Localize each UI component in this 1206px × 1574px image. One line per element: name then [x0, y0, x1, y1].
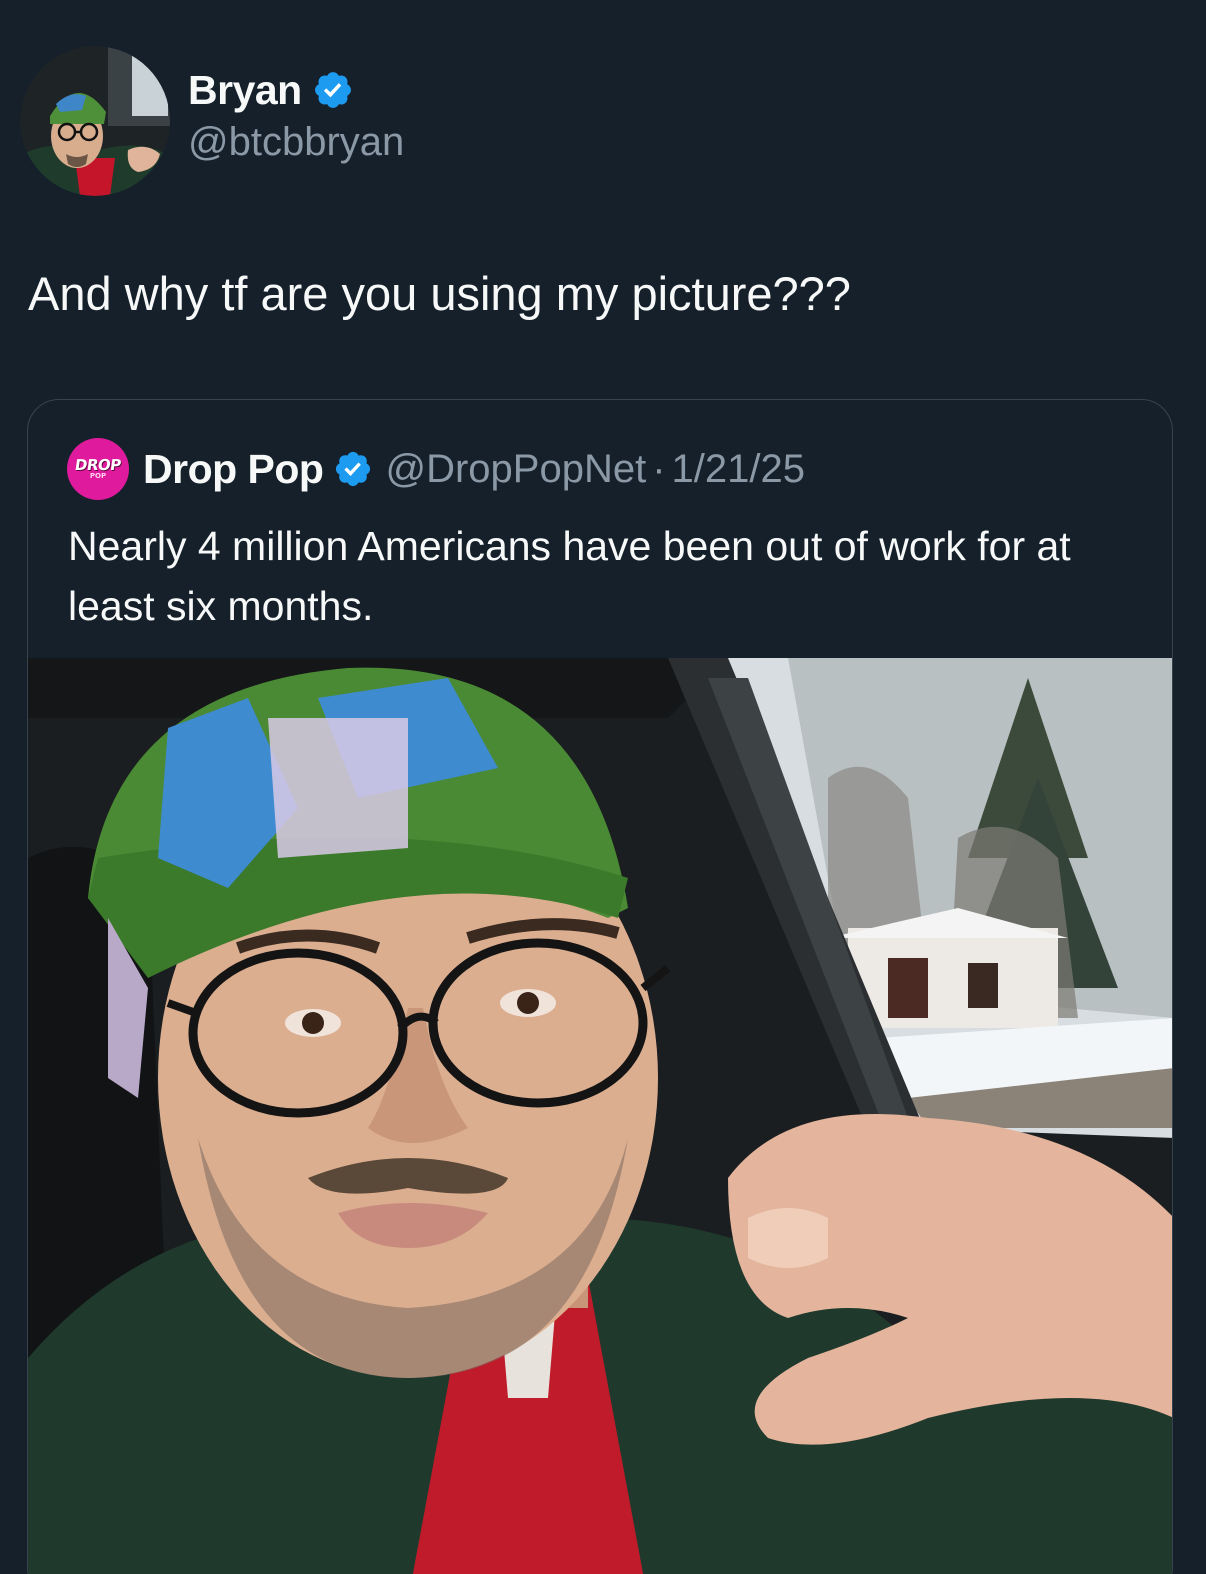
quoted-tweet-photo[interactable] — [28, 658, 1172, 1574]
author-avatar-image — [20, 46, 170, 196]
quoted-tweet-header: DROP POP Drop Pop @DropPopNet · 1/21/25 — [67, 438, 805, 500]
quoted-author-name[interactable]: Drop Pop — [143, 446, 324, 493]
verified-badge-icon — [314, 72, 351, 108]
tweet-screenshot: Bryan @btcbbryan And why tf are you usin… — [0, 0, 1206, 1574]
quoted-avatar-logo-text: DROP — [73, 456, 123, 474]
quoted-tweet-text: Nearly 4 million Americans have been out… — [68, 523, 1071, 629]
quoted-tweet-date[interactable]: 1/21/25 — [672, 447, 805, 492]
meta-separator: · — [652, 446, 666, 491]
author-name-row: Bryan — [188, 64, 354, 116]
author-handle[interactable]: @btcbbryan — [188, 120, 404, 165]
tweet-text: And why tf are you using my picture??? — [28, 267, 851, 320]
quoted-author-avatar[interactable]: DROP POP — [67, 438, 129, 500]
quoted-tweet-card[interactable]: DROP POP Drop Pop @DropPopNet · 1/21/25 … — [27, 399, 1173, 1574]
verified-badge-icon — [336, 451, 371, 487]
author-name[interactable]: Bryan — [188, 67, 302, 114]
author-avatar[interactable] — [20, 46, 170, 196]
quoted-author-handle[interactable]: @DropPopNet — [385, 447, 646, 492]
selfie-photo-illustration — [28, 658, 1172, 1574]
